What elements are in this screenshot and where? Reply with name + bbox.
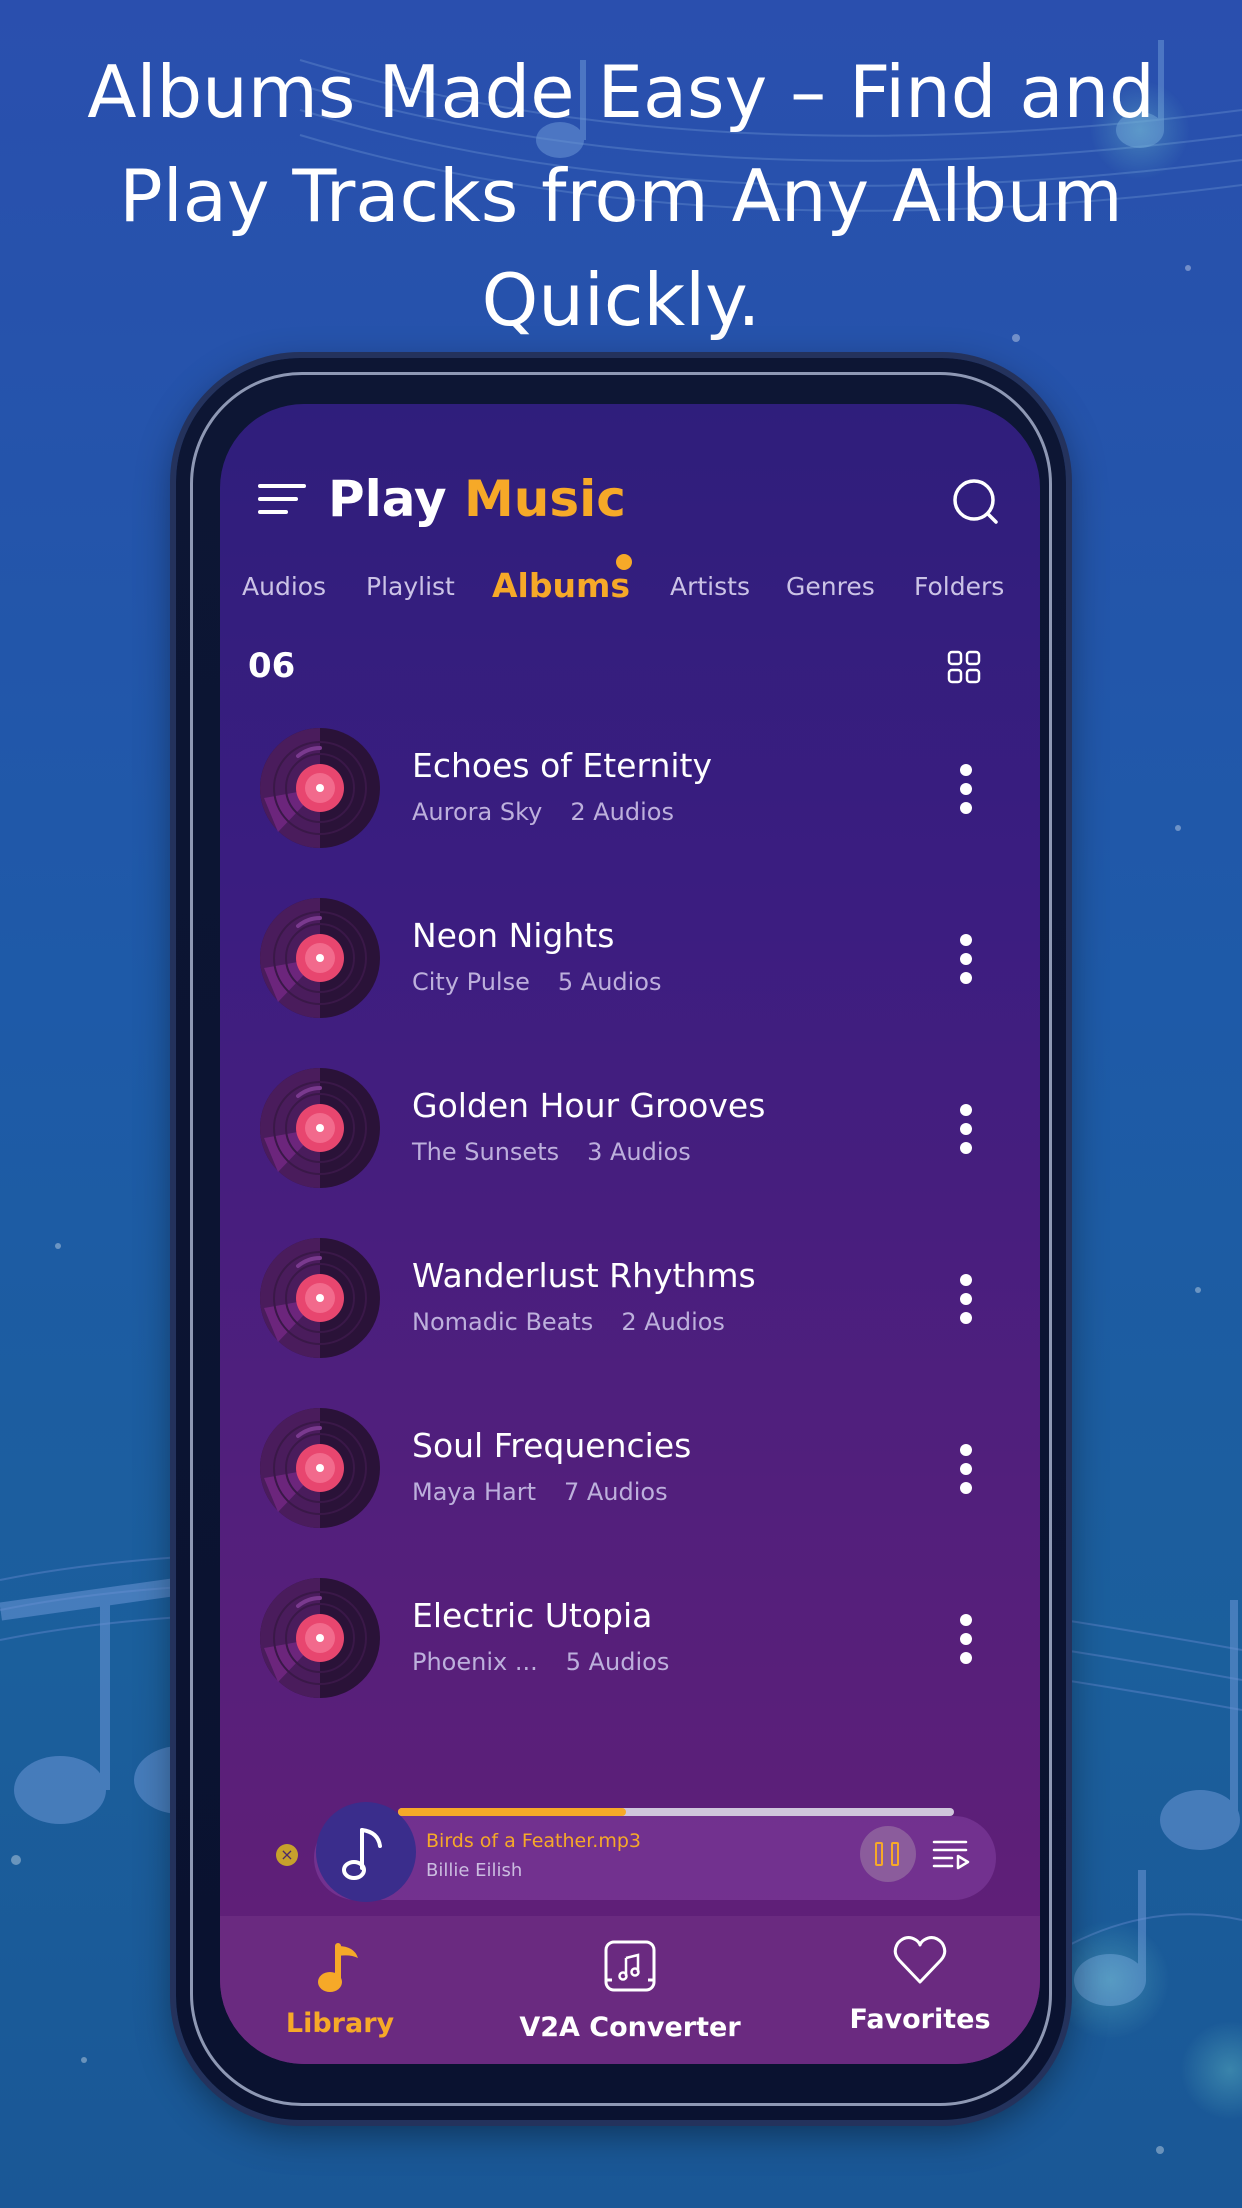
album-row[interactable]: Echoes of Eternity Aurora Sky 2 Audios (220, 726, 1040, 876)
more-options-icon[interactable] (960, 1274, 974, 1324)
vinyl-disc-icon (260, 898, 380, 1018)
album-audio-count: 2 Audios (570, 798, 674, 826)
album-meta: Phoenix ... 5 Audios (412, 1648, 669, 1676)
more-options-icon[interactable] (960, 1104, 974, 1154)
playback-progress-fill (398, 1808, 626, 1816)
album-count: 06 (248, 646, 296, 686)
album-title: Echoes of Eternity (412, 746, 713, 785)
album-row[interactable]: Soul Frequencies Maya Hart 7 Audios (220, 1406, 1040, 1556)
album-audio-count: 2 Audios (621, 1308, 725, 1336)
converter-icon (604, 1940, 656, 1992)
album-row[interactable]: Electric Utopia Phoenix ... 5 Audios (220, 1576, 1040, 1726)
app-header: Play Music (220, 404, 1040, 544)
album-meta: The Sunsets 3 Audios (412, 1138, 691, 1166)
now-playing-title: Birds of a Feather.mp3 (426, 1830, 641, 1852)
hamburger-menu-icon[interactable] (258, 484, 308, 520)
app-title: Play Music (328, 470, 626, 528)
tab-playlist[interactable]: Playlist (366, 572, 455, 601)
queue-icon[interactable] (932, 1836, 972, 1872)
album-audio-count: 7 Audios (563, 1478, 668, 1506)
music-note-icon (342, 1828, 382, 1880)
tab-folders[interactable]: Folders (914, 572, 1004, 601)
album-title: Golden Hour Grooves (412, 1086, 766, 1125)
album-artist: Maya Hart (412, 1478, 536, 1506)
album-row[interactable]: Golden Hour Grooves The Sunsets 3 Audios (220, 1066, 1040, 1216)
album-audio-count: 3 Audios (587, 1138, 691, 1166)
album-artist: Nomadic Beats (412, 1308, 594, 1336)
album-row[interactable]: Neon Nights City Pulse 5 Audios (220, 896, 1040, 1046)
app-title-play: Play (328, 470, 447, 528)
vinyl-disc-icon (260, 1578, 380, 1698)
album-audio-count: 5 Audios (565, 1648, 670, 1676)
album-artist: The Sunsets (412, 1138, 560, 1166)
album-row[interactable]: Wanderlust Rhythms Nomadic Beats 2 Audios (220, 1236, 1040, 1386)
album-title: Wanderlust Rhythms (412, 1256, 756, 1295)
pause-button[interactable] (860, 1826, 916, 1882)
active-tab-indicator (616, 554, 632, 570)
playback-progress-bar[interactable] (398, 1808, 954, 1816)
album-meta: Maya Hart 7 Audios (412, 1478, 668, 1506)
promo-headline: Albums Made Easy – Find and Play Tracks … (87, 50, 1155, 342)
nav-v2a-converter[interactable]: V2A Converter (510, 1916, 750, 2064)
album-title: Electric Utopia (412, 1596, 653, 1635)
tab-albums[interactable]: Albums (492, 566, 630, 605)
app-title-music: Music (464, 470, 626, 528)
nav-v2a-converter-label: V2A Converter (519, 2012, 741, 2043)
now-playing-artwork[interactable] (316, 1802, 416, 1902)
more-options-icon[interactable] (960, 934, 974, 984)
close-player-icon[interactable]: × (276, 1844, 298, 1866)
search-icon[interactable] (950, 476, 1002, 528)
music-note-icon (318, 1943, 358, 1992)
nav-favorites[interactable]: Favorites (800, 1916, 1040, 2064)
vinyl-disc-icon (260, 728, 380, 848)
grid-view-icon[interactable] (947, 650, 981, 684)
heart-icon (893, 1936, 947, 1984)
album-title: Neon Nights (412, 916, 615, 955)
tab-artists[interactable]: Artists (670, 572, 750, 601)
app-screen: Play Music Audios Playlist Albums Artist… (220, 404, 1040, 2064)
album-artist: City Pulse (412, 968, 530, 996)
more-options-icon[interactable] (960, 764, 974, 814)
tab-audios[interactable]: Audios (242, 572, 326, 601)
album-artist: Phoenix ... (412, 1648, 538, 1676)
now-playing-artist: Billie Eilish (426, 1860, 523, 1881)
category-tabs: Audios Playlist Albums Artists Genres Fo… (220, 566, 1040, 632)
album-audio-count: 5 Audios (557, 968, 662, 996)
phone-frame: Play Music Audios Playlist Albums Artist… (176, 358, 1066, 2120)
album-meta: Nomadic Beats 2 Audios (412, 1308, 725, 1336)
vinyl-disc-icon (260, 1408, 380, 1528)
album-meta: Aurora Sky 2 Audios (412, 798, 674, 826)
more-options-icon[interactable] (960, 1444, 974, 1494)
album-artist: Aurora Sky (412, 798, 543, 826)
nav-favorites-label: Favorites (849, 2004, 991, 2035)
nav-library-label: Library (285, 2008, 395, 2039)
more-options-icon[interactable] (960, 1614, 974, 1664)
nav-library[interactable]: Library (220, 1916, 460, 2064)
vinyl-disc-icon (260, 1238, 380, 1358)
vinyl-disc-icon (260, 1068, 380, 1188)
tab-genres[interactable]: Genres (786, 572, 875, 601)
album-title: Soul Frequencies (412, 1426, 692, 1465)
album-meta: City Pulse 5 Audios (412, 968, 662, 996)
bottom-navigation: Library V2A Converter Favorites (220, 1916, 1040, 2064)
